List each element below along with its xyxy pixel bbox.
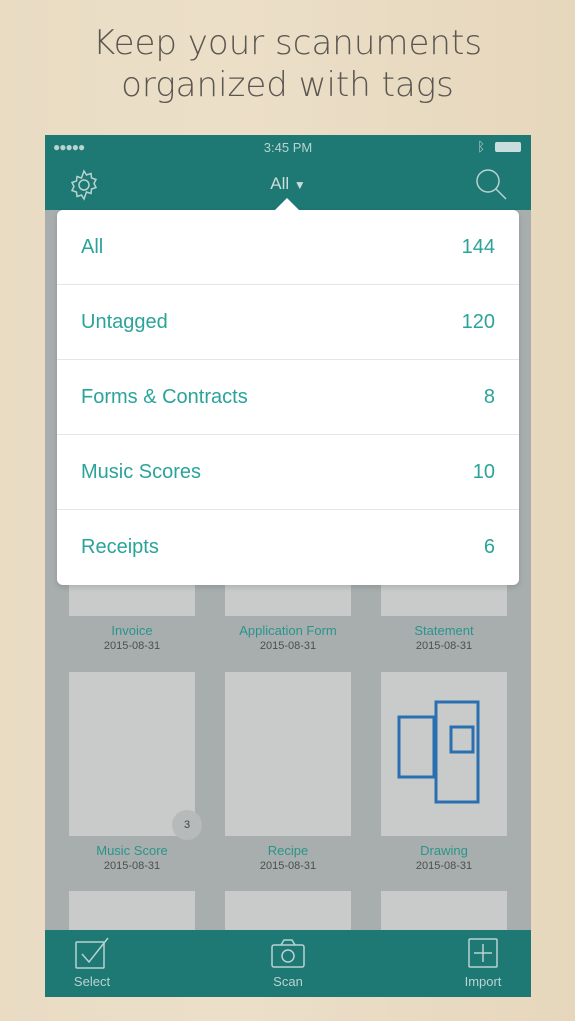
tag-label: Forms & Contracts [81,385,248,408]
document-date: 2015-08-31 [103,860,161,872]
plus-box-icon [468,938,498,968]
document-name: Music Score [96,843,168,858]
document-date: 2015-08-31 [415,860,473,872]
tab-bar: Select Scan Import [45,930,531,997]
tag-label: Music Scores [81,460,202,483]
page-count-badge: 3 [172,810,202,840]
tag-dropdown-menu: All 144 Untagged 120 Forms & Contracts 8 Mu… [57,198,519,585]
tag-label: Receipts [81,536,159,558]
bluetooth-icon: ᛒ [477,139,485,154]
tag-count: 120 [461,310,495,333]
select-button[interactable]: Select [52,936,132,989]
document-thumbnail [69,672,195,836]
document-thumbnail[interactable] [69,891,195,931]
tag-count: 144 [461,235,495,258]
document-date: 2015-08-31 [103,640,161,652]
document-thumbnail [225,672,351,836]
document-name: Application Form [239,623,337,638]
filter-title: All [270,174,290,193]
scan-button[interactable]: Scan [248,936,328,989]
document-card[interactable]: Recipe 2015-08-31 [225,672,351,872]
document-card[interactable]: Music Score 2015-08-31 3 [69,672,202,872]
headline-line-2: organized with tags [121,65,454,105]
status-bar: ●●●●● 3:45 PM ᛒ [45,135,531,160]
dropdown-pointer [274,198,300,211]
battery-icon [495,142,521,152]
tag-filter-dropdown[interactable]: All ▼ [45,174,531,194]
import-button[interactable]: Import [443,936,523,989]
scan-label: Scan [273,974,303,989]
document-name: Drawing [420,843,468,858]
tag-count: 6 [483,536,495,558]
document-date: 2015-08-31 [259,860,317,872]
tag-label: Untagged [81,310,168,333]
tag-option-untagged[interactable]: Untagged 120 [57,285,519,360]
status-time: 3:45 PM [263,140,313,155]
tag-option-receipts[interactable]: Receipts 6 [57,510,519,585]
document-name: Invoice [111,623,153,638]
select-label: Select [73,974,111,989]
tag-option-forms-contracts[interactable]: Forms & Contracts 8 [57,360,519,435]
document-date: 2015-08-31 [415,640,473,652]
tag-label: All [81,235,104,258]
caret-down-icon: ▼ [293,178,306,192]
tag-option-music-scores[interactable]: Music Scores 10 [57,435,519,510]
document-card[interactable]: Drawing 2015-08-31 [381,672,507,872]
checkbox-icon [75,937,109,969]
camera-icon [271,939,305,968]
document-name: Recipe [267,843,309,858]
phone-screen: ●●●●● 3:45 PM ᛒ All ▼ Invoice 2015-08-31 … [45,135,531,997]
tag-option-all[interactable]: All 144 [57,210,519,285]
headline-line-1: Keep your scanuments [92,23,483,63]
document-thumbnail[interactable] [381,891,507,931]
document-thumbnail [381,672,507,836]
tag-count: 10 [472,460,495,483]
tag-count: 8 [483,385,495,408]
document-name: Statement [414,623,474,638]
document-thumbnail[interactable] [225,891,351,931]
floorplan-drawing [397,700,480,804]
import-label: Import [464,974,502,989]
document-date: 2015-08-31 [259,640,317,652]
search-icon[interactable] [473,166,509,202]
headline: Keep your scanuments organized with tags [0,22,575,106]
